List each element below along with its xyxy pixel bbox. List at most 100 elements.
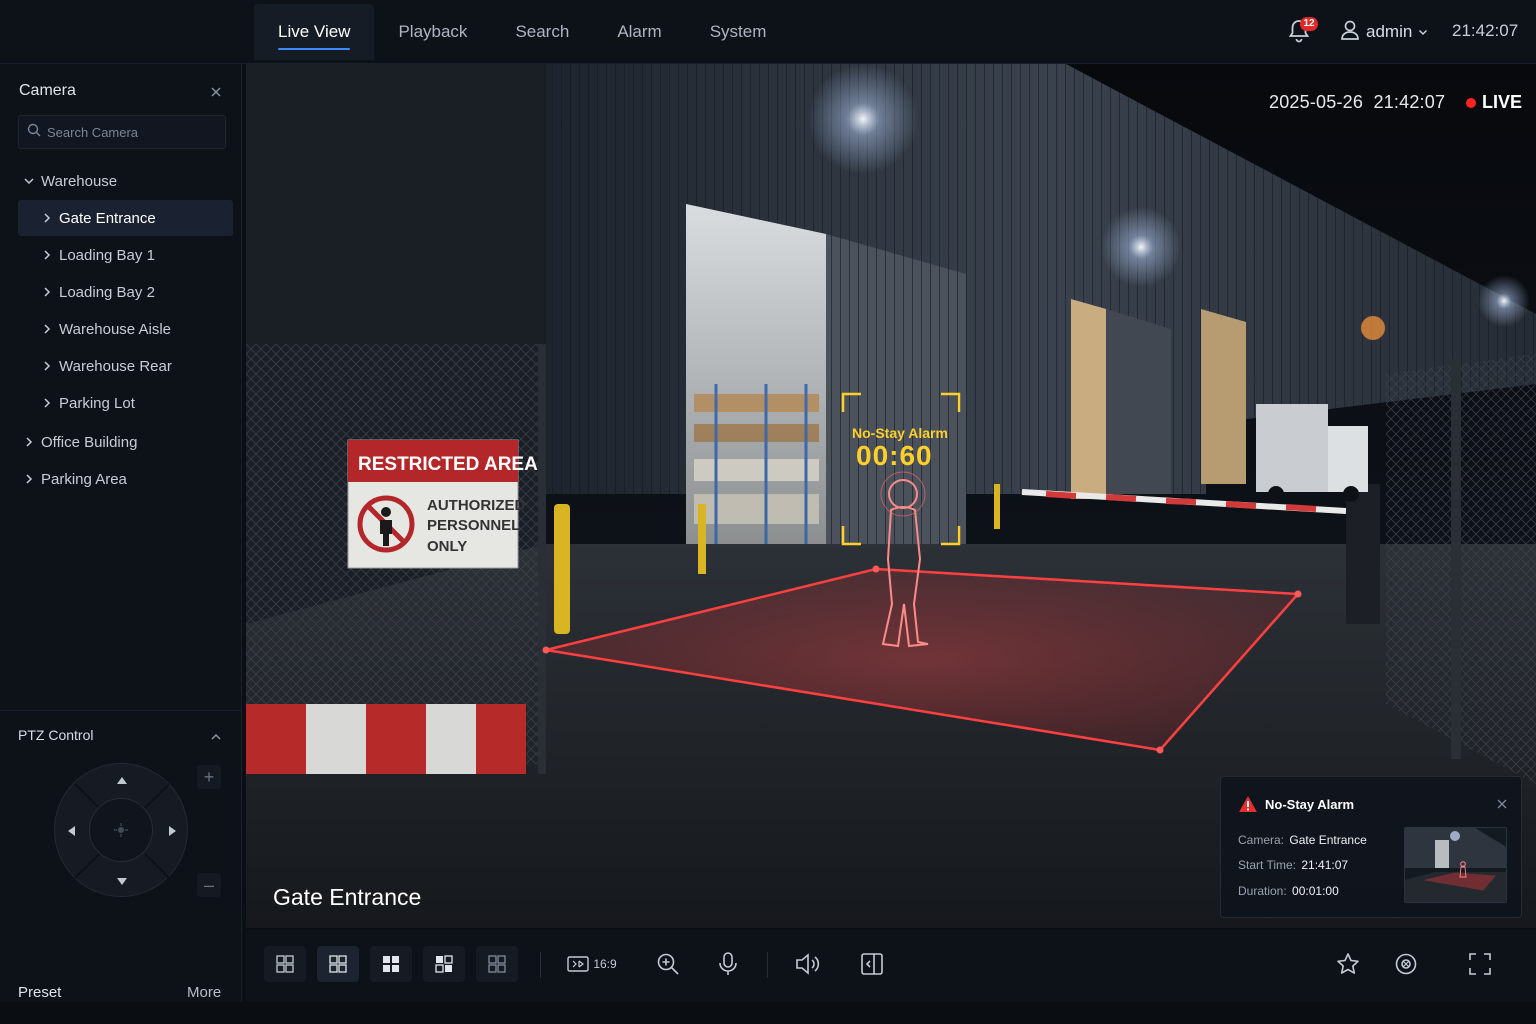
preset-more-link[interactable]: More: [187, 984, 221, 1001]
microphone-icon: [719, 952, 737, 975]
camera-search-box: [18, 115, 226, 149]
layout-4x4-button[interactable]: [423, 946, 465, 982]
tree-item-label: Gate Entrance: [59, 209, 156, 227]
ptz-control-panel: PTZ Control + – Preset More 1 2 3 4 5: [0, 710, 242, 1024]
tab-playback[interactable]: Playback: [374, 4, 491, 60]
chevron-down-icon: [24, 178, 34, 185]
sign-line-2: PERSONNEL: [427, 517, 520, 534]
ptz-zoom-in-button[interactable]: +: [197, 765, 221, 789]
record-icon: [1395, 953, 1417, 975]
tree-item-label: Warehouse Aisle: [59, 320, 172, 338]
tab-live-view[interactable]: Live View: [254, 4, 375, 60]
ptz-right-arrow-icon[interactable]: [165, 824, 179, 838]
tree-group-label: Warehouse: [41, 172, 118, 190]
tree-item-warehouse-aisle[interactable]: Warehouse Aisle: [18, 311, 233, 347]
ptz-zoom-out-button[interactable]: –: [197, 873, 221, 897]
tree-item-parking-lot[interactable]: Parking Lot: [18, 385, 233, 421]
detection-label: No-Stay Alarm: [852, 425, 948, 441]
camera-sidebar: Camera Warehouse Gate Entrance Loading B…: [0, 64, 242, 1024]
tab-alarm[interactable]: Alarm: [593, 4, 685, 60]
fullscreen-icon: [1469, 953, 1491, 975]
playback-toolbar: 16:9: [246, 930, 1536, 1002]
tree-group-parking-area[interactable]: Parking Area: [18, 461, 233, 497]
main-tabs: Live View Playback Search Alarm System: [254, 4, 790, 64]
alarm-duration-row: Duration: 00:01:00: [1238, 884, 1339, 898]
chevron-right-icon: [44, 287, 51, 297]
ptz-left-arrow-icon[interactable]: [65, 824, 79, 838]
ptz-direction-pad[interactable]: [54, 763, 188, 897]
tree-item-warehouse-rear[interactable]: Warehouse Rear: [18, 348, 233, 384]
live-indicator: LIVE: [1466, 92, 1522, 113]
audio-button[interactable]: [790, 946, 826, 982]
tree-item-loading-bay-1[interactable]: Loading Bay 1: [18, 237, 233, 273]
camera-name-overlay: Gate Entrance: [273, 884, 422, 910]
notification-count-badge: 12: [1300, 17, 1318, 31]
chevron-right-icon: [44, 361, 51, 371]
chevron-right-icon: [26, 437, 33, 447]
layout-custom-button[interactable]: [476, 946, 518, 982]
chevron-right-icon: [26, 474, 33, 484]
tree-item-label: Loading Bay 1: [59, 246, 155, 264]
tree-item-label: Parking Lot: [59, 394, 135, 412]
star-icon: [1337, 953, 1359, 974]
record-button[interactable]: [1388, 946, 1424, 982]
talk-button[interactable]: [710, 946, 746, 982]
close-icon[interactable]: [208, 84, 224, 100]
fullscreen-button[interactable]: [1462, 946, 1498, 982]
search-icon: [27, 123, 41, 142]
tree-item-gate-entrance[interactable]: Gate Entrance: [18, 200, 233, 236]
tree-group-warehouse[interactable]: Warehouse: [18, 163, 233, 199]
chevron-right-icon: [44, 398, 51, 408]
chevron-right-icon: [44, 213, 51, 223]
tree-group-label: Parking Area: [41, 470, 127, 488]
ptz-panel-title: PTZ Control: [18, 727, 94, 743]
preset-label: Preset: [18, 984, 62, 1001]
layout-1x1-button[interactable]: [264, 946, 306, 982]
alarm-title: No-Stay Alarm: [1265, 797, 1355, 812]
grid-outline-icon: [488, 955, 506, 973]
grid-mixed-icon: [435, 955, 453, 973]
live-dot-icon: [1466, 97, 1476, 108]
layout-2x2-button[interactable]: [317, 946, 359, 982]
grid-filled-icon: [383, 956, 399, 972]
ptz-center-button[interactable]: [89, 798, 153, 862]
detection-timer: 00:60: [856, 440, 933, 471]
top-navigation-bar: Live View Playback Search Alarm System 1…: [0, 0, 1536, 64]
aspect-ratio-icon: [567, 956, 590, 972]
aspect-ratio-button[interactable]: 16:9: [562, 946, 622, 982]
tree-item-loading-bay-2[interactable]: Loading Bay 2: [18, 274, 233, 310]
panel-toggle-icon: [861, 953, 883, 975]
alarm-start-row: Start Time: 21:41:07: [1238, 858, 1349, 872]
chevron-up-icon[interactable]: [208, 729, 224, 745]
tree-item-label: Warehouse Rear: [59, 357, 172, 375]
toolbar-divider: [540, 952, 541, 978]
tab-system[interactable]: System: [686, 4, 791, 60]
speaker-icon: [796, 953, 820, 975]
user-menu[interactable]: admin: [1340, 18, 1428, 46]
ptz-down-arrow-icon[interactable]: [115, 874, 129, 888]
status-strip: [0, 1002, 1536, 1024]
warning-icon: [1239, 796, 1257, 812]
aspect-ratio-label: 16:9: [593, 957, 617, 971]
alarm-popup[interactable]: No-Stay Alarm Camera: Gate Entrance Star…: [1220, 776, 1522, 918]
close-icon[interactable]: [1495, 797, 1509, 811]
search-camera-input[interactable]: [47, 124, 217, 140]
osd-timestamp: 2025-05-26 21:42:07: [1269, 92, 1446, 112]
ptz-up-arrow-icon[interactable]: [115, 774, 129, 788]
tab-search[interactable]: Search: [491, 4, 593, 60]
user-icon: [1340, 19, 1360, 46]
alarm-snapshot-thumbnail[interactable]: [1404, 827, 1507, 903]
chevron-right-icon: [44, 250, 51, 260]
camera-panel-title: Camera: [19, 82, 76, 99]
tree-group-office-building[interactable]: Office Building: [18, 424, 233, 460]
username: admin: [1366, 22, 1413, 41]
sign-line-3: ONLY: [427, 538, 467, 555]
tree-group-label: Office Building: [41, 433, 138, 451]
snapshot-button[interactable]: [854, 946, 890, 982]
zoom-in-icon: [657, 953, 679, 975]
layout-3x3-button[interactable]: [370, 946, 412, 982]
ptz-center-icon: [114, 823, 128, 837]
digital-zoom-button[interactable]: [650, 946, 686, 982]
sign-line-1: AUTHORIZED: [427, 497, 525, 514]
favorite-button[interactable]: [1330, 946, 1366, 982]
